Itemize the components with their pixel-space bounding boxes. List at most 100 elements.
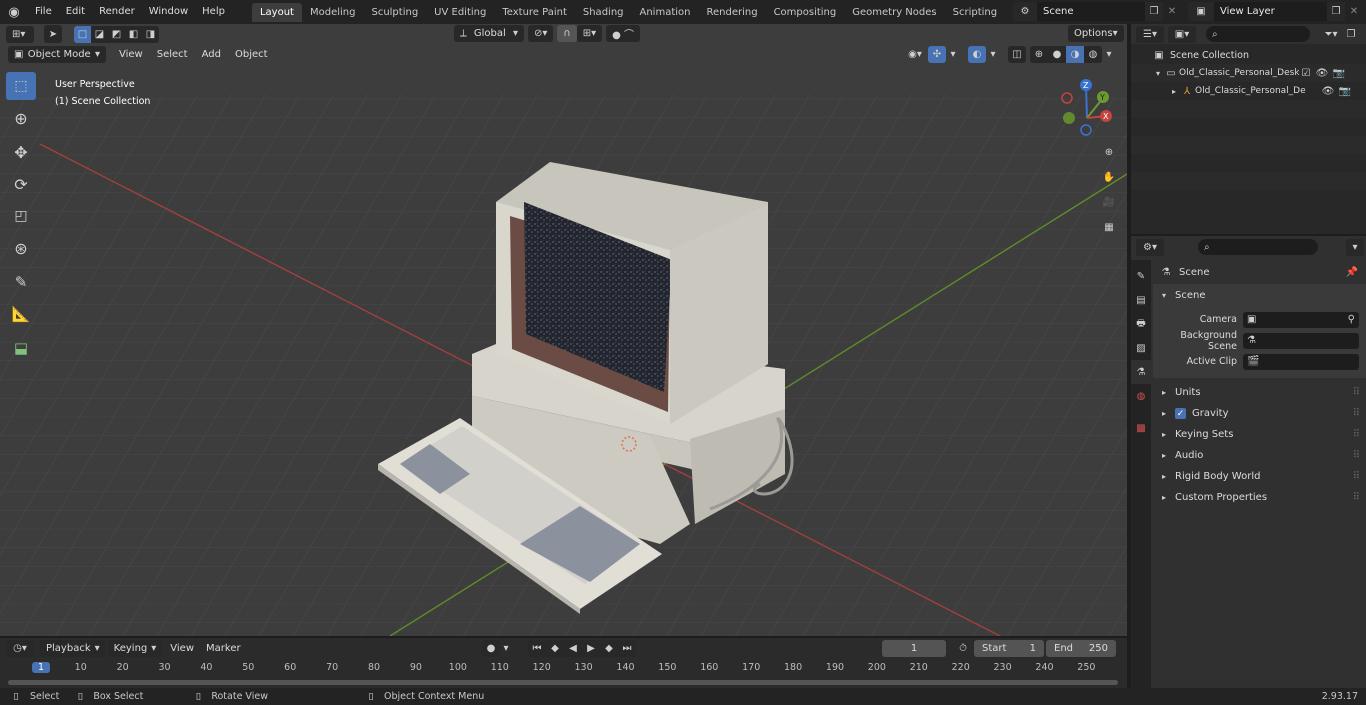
panel-units[interactable]: ▸ Units ⠿ — [1153, 382, 1366, 403]
copy-view-layer-icon[interactable]: ❐ — [1327, 2, 1345, 21]
gravity-checkbox[interactable]: ✓ — [1175, 408, 1186, 419]
chevron-down-icon[interactable]: ▾ — [986, 46, 1000, 63]
overlay-toggle-icon[interactable]: ◐ — [968, 46, 986, 63]
add-cube-tool[interactable]: ⬓ — [6, 334, 36, 362]
tab-rendering[interactable]: Rendering — [698, 3, 765, 22]
measure-tool[interactable]: 📐 — [6, 300, 36, 328]
frame-ruler[interactable]: 1 10 20 30 40 50 60 70 80 90 100 110 120 130 140 150 160… — [0, 660, 1127, 678]
viewport-menu-view[interactable]: View — [112, 46, 150, 63]
select-new-icon[interactable]: □ — [74, 25, 91, 43]
drag-handle-icon[interactable]: ⠿ — [1353, 408, 1360, 419]
navigation-gizmo[interactable]: Z Y X — [1055, 74, 1125, 144]
drag-handle-icon[interactable]: ⠿ — [1353, 387, 1360, 398]
timeline-scrollbar[interactable] — [8, 680, 1118, 685]
properties-search[interactable]: ⌕ — [1198, 239, 1318, 255]
start-frame-field[interactable]: Start 1 — [974, 640, 1044, 657]
gizmo-toggle-icon[interactable]: ✣ — [928, 46, 946, 63]
timeline-menu-marker[interactable]: Marker — [200, 640, 247, 657]
render-tab-icon[interactable]: ▤ — [1131, 288, 1151, 312]
solid-shading-icon[interactable]: ● — [1048, 46, 1066, 63]
panel-audio[interactable]: ▸ Audio ⠿ — [1153, 445, 1366, 466]
rotate-tool[interactable]: ⟳ — [6, 170, 36, 198]
active-clip-field[interactable]: 🎬 — [1243, 353, 1359, 370]
jump-start-icon[interactable]: ⏮ — [528, 640, 546, 657]
snap-toggle[interactable]: ∩ — [557, 25, 577, 42]
view-layer-selector[interactable]: ▣ View Layer ❐ ✕ — [1188, 2, 1363, 21]
select-subtract-icon[interactable]: ◩ — [108, 25, 125, 43]
scene-collection-row[interactable]: ▣ Scene Collection — [1131, 46, 1366, 64]
outliner-search[interactable]: ⌕ — [1206, 26, 1310, 42]
move-tool[interactable]: ✥ — [6, 138, 36, 166]
wireframe-shading-icon[interactable]: ⊕ — [1030, 46, 1048, 63]
panel-gravity[interactable]: ▸ ✓ Gravity ⠿ — [1153, 403, 1366, 424]
scene-selector[interactable]: ⚙ Scene ❐ ✕ — [1013, 2, 1181, 21]
panel-rigid-body-world[interactable]: ▸ Rigid Body World ⠿ — [1153, 466, 1366, 487]
eyedropper-icon[interactable]: ⚲ — [1348, 314, 1355, 325]
menu-render[interactable]: Render — [92, 0, 142, 24]
menu-file[interactable]: File — [28, 0, 59, 24]
tool-tab-icon[interactable]: ✎ — [1131, 264, 1151, 288]
chevron-down-icon[interactable]: ▾ — [946, 46, 960, 63]
pin-icon[interactable]: 📌 — [1346, 267, 1358, 278]
display-mode-icon[interactable]: ▣▾ — [1168, 25, 1196, 43]
camera-icon[interactable]: 📷 — [1331, 68, 1347, 79]
tab-shading[interactable]: Shading — [575, 3, 632, 22]
expand-arrow-icon[interactable]: ▾ — [1153, 69, 1163, 78]
pivot-dropdown[interactable]: ⊘▾ — [528, 25, 554, 42]
mode-dropdown[interactable]: ▣ Object Mode ▾ — [8, 46, 106, 63]
rendered-shading-icon[interactable]: ◍ — [1084, 46, 1102, 63]
drag-handle-icon[interactable]: ⠿ — [1353, 471, 1360, 482]
camera-view-icon[interactable]: 🎥 — [1098, 191, 1120, 213]
timeline-menu-keying[interactable]: Keying ▾ — [107, 640, 163, 657]
outliner-item[interactable]: ▾ ▭ Old_Classic_Personal_Desktop ☑ 👁 📷 — [1131, 64, 1366, 82]
xray-toggle-icon[interactable]: ◫ — [1008, 46, 1026, 63]
tab-geometry-nodes[interactable]: Geometry Nodes — [844, 3, 944, 22]
menu-edit[interactable]: Edit — [59, 0, 92, 24]
drag-handle-icon[interactable]: ⠿ — [1353, 450, 1360, 461]
select-invert-icon[interactable]: ◧ — [125, 25, 142, 43]
tab-layout[interactable]: Layout — [251, 3, 302, 22]
filter-icon[interactable]: ⏷▾ — [1318, 26, 1344, 43]
snap-target-dropdown[interactable]: ⊞▾ — [576, 25, 603, 42]
select-intersect-icon[interactable]: ◨ — [142, 25, 159, 43]
scale-tool[interactable]: ◰ — [6, 202, 36, 230]
play-icon[interactable]: ▶ — [582, 640, 600, 657]
checkbox-icon[interactable]: ☑ — [1299, 68, 1313, 79]
camera-field[interactable]: ▣ ⚲ — [1243, 311, 1359, 328]
pan-hand-icon[interactable]: ✋ — [1098, 166, 1120, 188]
current-frame-field[interactable]: 1 — [882, 640, 946, 657]
chevron-down-icon[interactable]: ▾ — [1346, 238, 1364, 256]
eye-icon[interactable]: 👁 — [1313, 68, 1331, 79]
drag-handle-icon[interactable]: ⠿ — [1353, 492, 1360, 503]
tab-compositing[interactable]: Compositing — [766, 3, 845, 22]
editor-type-button[interactable]: ⊞▾ — [6, 26, 34, 43]
close-icon[interactable]: ✕ — [1345, 2, 1363, 21]
tab-scripting[interactable]: Scripting — [945, 3, 1005, 22]
timeline-menu-view[interactable]: View — [164, 640, 200, 657]
tab-uv-editing[interactable]: UV Editing — [426, 3, 494, 22]
orientation-dropdown[interactable]: ⟂ Global ▾ — [454, 25, 524, 42]
tab-texture-paint[interactable]: Texture Paint — [494, 3, 575, 22]
outliner-item[interactable]: ▸ ⅄ Old_Classic_Personal_De 👁 📷 — [1131, 82, 1366, 100]
perspective-toggle-icon[interactable]: ▦ — [1098, 216, 1120, 238]
timeline-menu-playback[interactable]: Playback ▾ — [40, 640, 106, 657]
visibility-icon[interactable]: ◉▾ — [902, 46, 928, 63]
chevron-down-icon[interactable]: ▾ — [500, 640, 512, 657]
play-reverse-icon[interactable]: ◀ — [564, 640, 582, 657]
stopwatch-icon[interactable]: ⏱ — [952, 640, 974, 657]
viewport-menu-add[interactable]: Add — [195, 46, 228, 63]
menu-window[interactable]: Window — [142, 0, 195, 24]
expand-arrow-icon[interactable]: ▸ — [1169, 87, 1179, 96]
outliner-search-input[interactable] — [1217, 29, 1298, 39]
texture-tab-icon[interactable]: ▩ — [1131, 416, 1151, 440]
viewport-scene[interactable] — [0, 24, 1127, 636]
tab-sculpting[interactable]: Sculpting — [363, 3, 426, 22]
world-tab-icon[interactable]: ◍ — [1131, 384, 1151, 408]
drag-handle-icon[interactable]: ⠿ — [1353, 429, 1360, 440]
chevron-down-icon[interactable]: ▾ — [1102, 46, 1116, 63]
proportional-edit-toggle[interactable]: ● ⌒ — [606, 25, 641, 42]
annotate-tool[interactable]: ✎ — [6, 268, 36, 296]
new-collection-icon[interactable]: ❐ — [1344, 26, 1358, 43]
options-dropdown[interactable]: Options ▾ — [1068, 25, 1124, 42]
view-layer-name[interactable]: View Layer — [1214, 2, 1327, 21]
